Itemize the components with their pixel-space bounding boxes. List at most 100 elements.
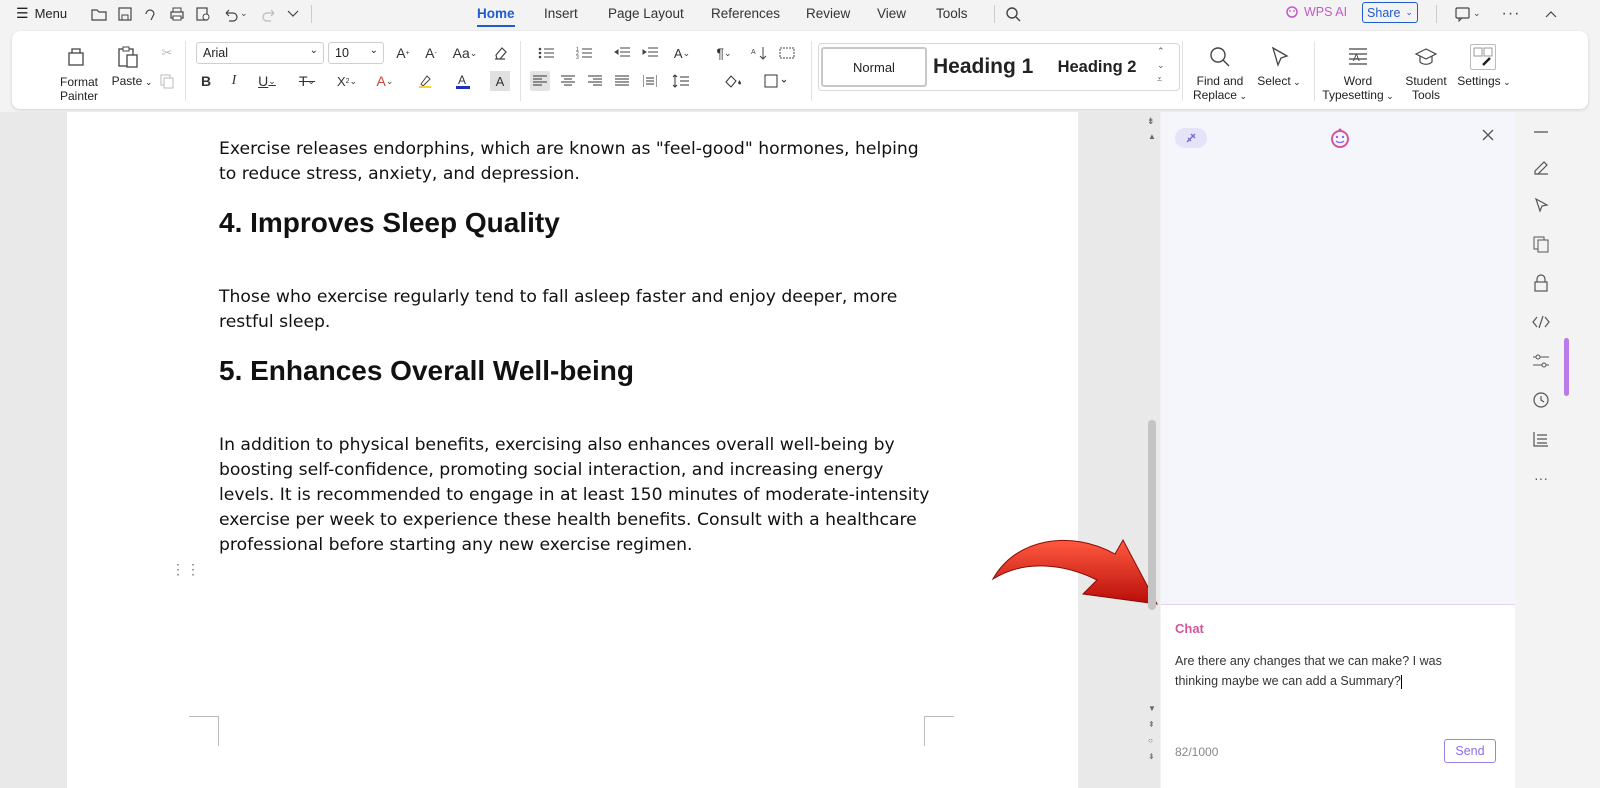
redo-icon[interactable] xyxy=(258,3,280,25)
styles-scroll-up-icon[interactable]: ⌃ xyxy=(1157,46,1165,57)
paragraph[interactable]: In addition to physical benefits, exerci… xyxy=(219,433,943,558)
tab-page-layout[interactable]: Page Layout xyxy=(608,6,684,21)
menu-button[interactable]: ☰ Menu xyxy=(16,5,67,22)
open-folder-icon[interactable] xyxy=(88,3,110,25)
text-effect-icon[interactable]: A ⌄ xyxy=(370,71,400,91)
sliders-icon[interactable] xyxy=(1531,351,1551,371)
code-icon[interactable] xyxy=(1531,312,1551,332)
settings-wrench-icon[interactable] xyxy=(1470,44,1496,70)
more-quick-access-icon[interactable] xyxy=(282,3,304,25)
chat-input-text[interactable]: Are there any changes that we can make? … xyxy=(1175,651,1485,691)
scroll-down-icon[interactable]: ▼ xyxy=(1148,704,1156,713)
style-heading-2[interactable]: Heading 2 xyxy=(1047,47,1147,87)
tab-home[interactable]: Home xyxy=(477,6,515,27)
panel-resize-tab[interactable] xyxy=(1564,338,1569,396)
more-tools-icon[interactable]: ··· xyxy=(1531,468,1551,488)
vertical-scrollbar[interactable]: ⇟ ▲ ▼ ⇞ ○ ⇟ xyxy=(1144,112,1160,788)
align-center-icon[interactable] xyxy=(558,71,578,91)
paste-icon[interactable] xyxy=(116,45,140,69)
settings-button[interactable]: Settings ⌄ xyxy=(1454,74,1514,89)
history-icon[interactable] xyxy=(1531,390,1551,410)
lock-icon[interactable] xyxy=(1531,273,1551,293)
copy-icon[interactable] xyxy=(157,71,177,91)
scroll-up-icon[interactable]: ▲ xyxy=(1148,132,1156,141)
table-grid-icon[interactable] xyxy=(777,43,797,63)
format-painter-icon[interactable] xyxy=(64,45,88,69)
sort-icon[interactable]: A xyxy=(749,43,769,63)
highlight-icon[interactable] xyxy=(410,71,440,91)
tab-view[interactable]: View xyxy=(877,6,906,21)
drag-handle-icon[interactable]: ⋮⋮ xyxy=(171,562,201,576)
line-spacing-icon[interactable] xyxy=(668,71,698,91)
outline-icon[interactable] xyxy=(1531,429,1551,449)
align-left-icon[interactable] xyxy=(530,71,550,91)
pen-edit-icon[interactable] xyxy=(1531,156,1551,176)
decrease-indent-icon[interactable] xyxy=(612,43,632,63)
superscript-icon[interactable]: X 2 ⌄ xyxy=(332,71,362,91)
close-icon[interactable] xyxy=(1481,128,1495,142)
style-normal[interactable]: Normal xyxy=(821,47,927,87)
browse-object-icon[interactable]: ○ xyxy=(1148,736,1153,745)
wps-ai-button[interactable]: WPS AI xyxy=(1285,5,1347,19)
paste-button[interactable]: Paste ⌄ xyxy=(110,74,154,89)
heading[interactable]: 4. Improves Sleep Quality xyxy=(219,207,560,239)
compare-docs-icon[interactable] xyxy=(1531,234,1551,254)
find-replace-icon[interactable] xyxy=(1208,45,1232,69)
tab-insert[interactable]: Insert xyxy=(544,6,578,21)
font-name-select[interactable]: Arial ⌄ xyxy=(196,42,324,64)
search-icon[interactable] xyxy=(1002,3,1024,25)
cut-icon[interactable]: ✂ xyxy=(157,43,177,63)
send-button[interactable]: Send xyxy=(1444,739,1496,763)
italic-icon[interactable]: I xyxy=(224,71,244,91)
undo-dropdown-icon[interactable]: ⌄ xyxy=(240,8,248,19)
distributed-align-icon[interactable] xyxy=(640,71,660,91)
underline-icon[interactable]: U ⌄ xyxy=(252,71,282,91)
scroll-thumb[interactable] xyxy=(1148,420,1156,610)
shading-icon[interactable] xyxy=(720,71,750,91)
select-cursor-icon[interactable] xyxy=(1268,45,1292,69)
collapse-ribbon-icon[interactable] xyxy=(1540,3,1562,25)
select-button[interactable]: Select ⌄ xyxy=(1252,74,1306,89)
tab-tools[interactable]: Tools xyxy=(936,6,968,21)
change-case-icon[interactable]: Aa ⌄ xyxy=(450,43,480,63)
ai-pin-icon[interactable] xyxy=(1175,128,1207,148)
strikethrough-icon[interactable]: T ⌄ xyxy=(292,71,322,91)
numbering-icon[interactable]: 123 xyxy=(570,43,600,63)
align-right-icon[interactable] xyxy=(585,71,605,91)
text-direction-icon[interactable]: A ⌄ xyxy=(667,43,697,63)
character-shading-icon[interactable]: A xyxy=(490,71,510,91)
styles-scroll-down-icon[interactable]: ⌄ xyxy=(1157,60,1165,71)
next-page-icon[interactable]: ⇟ xyxy=(1148,752,1155,761)
style-heading-1[interactable]: Heading 1 xyxy=(933,47,1039,87)
previous-page-icon[interactable]: ⇞ xyxy=(1148,720,1155,729)
more-options-icon[interactable]: ··· xyxy=(1500,3,1522,25)
save-icon[interactable] xyxy=(114,3,136,25)
clear-formatting-icon[interactable] xyxy=(490,43,510,63)
document-page[interactable]: Exercise releases endorphins, which are … xyxy=(67,112,1078,788)
comment-icon[interactable] xyxy=(1452,3,1474,25)
paragraph-marks-icon[interactable]: ¶ ⌄ xyxy=(709,43,739,63)
graduation-cap-icon[interactable] xyxy=(1414,45,1438,69)
comment-dropdown-icon[interactable]: ⌄ xyxy=(1473,8,1481,19)
font-color-icon[interactable]: A xyxy=(448,71,478,91)
chat-input-box[interactable]: Chat Are there any changes that we can m… xyxy=(1161,604,1515,788)
word-typesetting-icon[interactable]: A xyxy=(1346,45,1370,69)
increase-font-icon[interactable]: A + xyxy=(393,43,413,63)
student-tools-label[interactable]: Student Tools xyxy=(1400,74,1452,102)
format-brush-icon[interactable] xyxy=(140,3,162,25)
tab-review[interactable]: Review xyxy=(806,6,850,21)
paragraph[interactable]: Those who exercise regularly tend to fal… xyxy=(219,285,939,335)
bullets-icon[interactable] xyxy=(532,43,562,63)
borders-icon[interactable] xyxy=(760,71,790,91)
share-button[interactable]: Share ⌄ xyxy=(1362,2,1418,23)
styles-expand-icon[interactable]: ⩡ xyxy=(1157,74,1162,85)
tab-references[interactable]: References xyxy=(711,6,780,21)
justify-icon[interactable] xyxy=(612,71,632,91)
format-painter-label[interactable]: Format Painter xyxy=(52,75,106,103)
print-icon[interactable] xyxy=(166,3,188,25)
undo-icon[interactable] xyxy=(220,3,242,25)
heading[interactable]: 5. Enhances Overall Well-being xyxy=(219,355,634,387)
split-icon[interactable]: ⇟ xyxy=(1147,116,1155,127)
minimize-icon[interactable] xyxy=(1531,122,1551,142)
word-typesetting-button[interactable]: Word Typesetting ⌄ xyxy=(1320,74,1396,103)
